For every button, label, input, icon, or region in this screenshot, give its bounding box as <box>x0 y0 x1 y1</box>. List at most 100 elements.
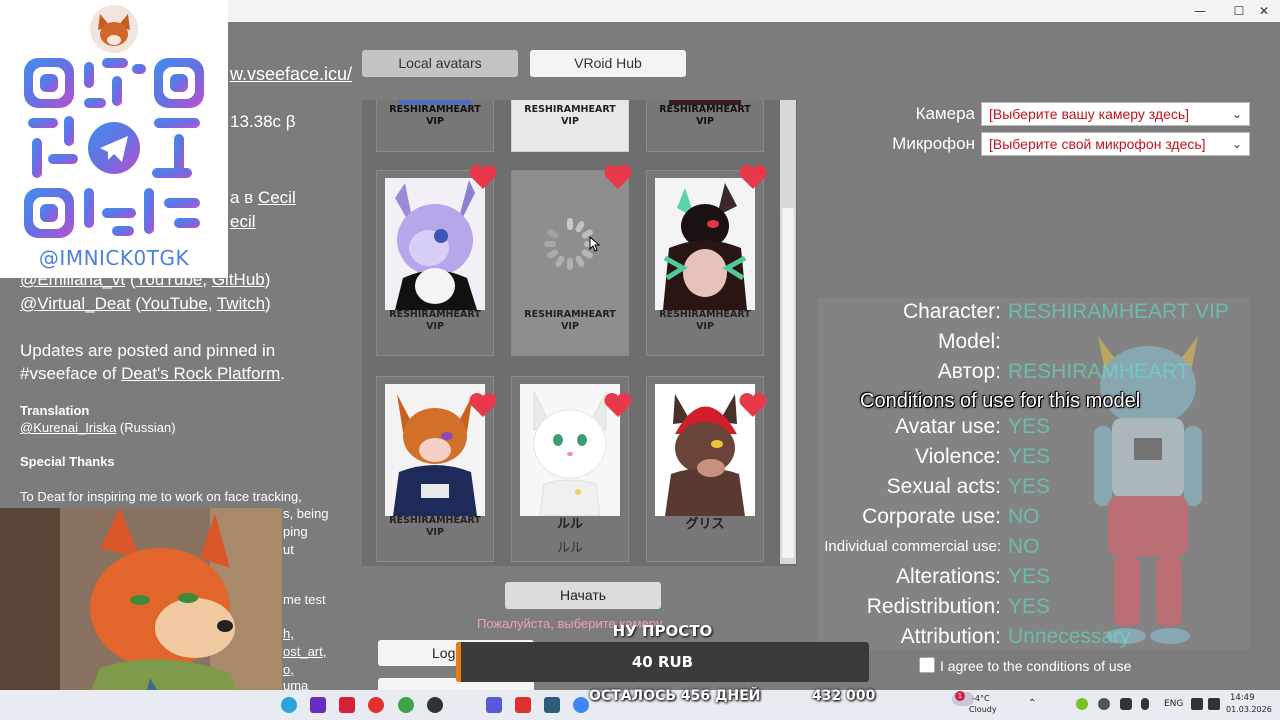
camera-select[interactable]: [Выберите вашу камеру здесь] ⌄ <box>981 102 1250 126</box>
clock-time[interactable]: 14:49 <box>1230 693 1255 703</box>
tray-app-icon[interactable] <box>1098 698 1110 710</box>
cecil-link-2[interactable]: ecil <box>230 212 256 231</box>
thanks-link[interactable]: ost_art, <box>283 644 326 659</box>
thanks-fragment: me test <box>283 592 326 607</box>
telegram-icon[interactable] <box>281 697 297 713</box>
app-icon[interactable] <box>515 697 531 713</box>
favorite-heart-icon[interactable] <box>468 164 498 190</box>
deat-twitch-link[interactable]: Twitch <box>217 294 265 313</box>
donation-title: НУ ПРОСТО <box>612 622 713 640</box>
avatar-name: RESHIRAMHEART VIP <box>389 515 481 538</box>
microphone-select[interactable]: [Выберите свой микрофон здесь] ⌄ <box>981 132 1250 156</box>
start-button[interactable]: Начать <box>505 582 661 609</box>
app-icon[interactable] <box>310 697 326 713</box>
avatar-use-label: Avatar use: <box>895 415 1001 438</box>
avatar-card[interactable]: RESHIRAMHEART VIP <box>511 170 629 356</box>
author-value: RESHIRAMHEART <box>1008 360 1190 383</box>
clock-date[interactable]: 01.03.2026 <box>1226 705 1272 714</box>
yandex-browser-icon[interactable] <box>368 697 384 713</box>
avatar-card[interactable]: RESHIRAMHEART VIP <box>646 100 764 152</box>
tab-local-avatars[interactable]: Local avatars <box>362 50 518 77</box>
weather-temp: -4°C <box>972 694 990 703</box>
avatar-name: RESHIRAMHEART VIP <box>524 309 616 332</box>
avatar-name: RESHIRAMHEART VIP <box>389 309 481 332</box>
redistribution-label: Redistribution: <box>866 595 1001 618</box>
favorite-heart-icon[interactable] <box>603 392 633 418</box>
chrome-icon[interactable] <box>573 697 589 713</box>
camera-label: Камера <box>915 104 975 123</box>
deats-rock-platform-link[interactable]: Deat's Rock Platform <box>121 364 280 383</box>
days-left-text: ОСТАЛОСЬ 456 ДНЕЙ <box>589 688 761 704</box>
deat-link[interactable]: @Virtual_Deat <box>20 294 131 313</box>
thanks-link[interactable]: h, <box>283 626 294 641</box>
tray-expand-icon[interactable]: ⌃ <box>1028 698 1036 709</box>
qr-code-image <box>24 58 204 238</box>
tab-vroid-hub[interactable]: VRoid Hub <box>530 50 686 77</box>
website-link[interactable]: w.vseeface.icu/ <box>230 64 352 84</box>
qr-code-overlay: @IMNICK0TGK <box>0 0 228 278</box>
cecil-link[interactable]: Cecil <box>258 188 296 207</box>
conditions-title: Conditions of use for this model <box>860 390 1141 412</box>
avatar-thumbnail <box>385 178 485 310</box>
obs-icon[interactable] <box>427 697 443 713</box>
avatar-name: ルル <box>556 517 583 532</box>
corporate-use-label: Corporate use: <box>862 505 1001 528</box>
avatar-list: RESHIRAMHEART VIP RESHIRAMHEART VIP RESH… <box>362 100 797 566</box>
scrollbar-thumb[interactable] <box>782 208 794 558</box>
updates-period: . <box>280 364 285 383</box>
close-button[interactable]: ✕ <box>1244 0 1280 22</box>
updates-channel-text: #vseeface of <box>20 364 122 383</box>
version-text: 13.38c β <box>230 112 296 131</box>
microphone-label: Микрофон <box>892 134 975 153</box>
character-label: Character: <box>902 300 1001 323</box>
tray-app-icon[interactable] <box>1120 698 1132 710</box>
credit-text: а в <box>230 188 258 207</box>
agree-label: I agree to the conditions of use <box>940 658 1132 674</box>
alterations-value: YES <box>1008 565 1051 588</box>
deat-youtube-link[interactable]: YouTube <box>141 294 208 313</box>
individual-commercial-label: Individual commercial use: <box>824 538 1001 555</box>
avatar-use-value: YES <box>1008 415 1051 438</box>
avatar-card[interactable]: RESHIRAMHEART VIP <box>376 100 494 152</box>
violence-label: Violence: <box>914 445 1001 468</box>
avatar-card[interactable]: RESHIRAMHEART VIP <box>511 100 629 152</box>
minimize-button[interactable]: — <box>1180 0 1220 22</box>
sexual-acts-label: Sexual acts: <box>886 475 1001 498</box>
translation-heading: Translation <box>20 403 90 418</box>
agree-checkbox[interactable] <box>919 657 935 673</box>
avatar-card[interactable]: RESHIRAMHEART VIP <box>376 170 494 356</box>
volume-icon[interactable] <box>1208 698 1220 710</box>
thanks-fragment: ut <box>283 542 294 557</box>
chevron-down-icon: ⌄ <box>1231 107 1242 121</box>
app-icon[interactable] <box>486 697 502 713</box>
avatar-subtitle: ルル <box>556 541 583 556</box>
avatar-name: RESHIRAMHEART VIP <box>389 104 481 127</box>
wifi-icon[interactable] <box>1191 698 1203 710</box>
author-label: Автор: <box>937 360 1001 383</box>
favorite-heart-icon[interactable] <box>738 164 768 190</box>
avatar-thumbnail <box>655 178 755 310</box>
favorite-heart-icon[interactable] <box>738 392 768 418</box>
thanks-link[interactable]: o, <box>283 662 294 677</box>
microphone-icon[interactable] <box>1141 698 1149 710</box>
thanks-link[interactable]: uma <box>283 678 308 690</box>
translator-link[interactable]: @Kurenai_Iriska <box>20 420 116 435</box>
individual-commercial-value: NO <box>1008 535 1040 558</box>
avatar-card[interactable]: RESHIRAMHEART VIP <box>646 170 764 356</box>
weather-desc: Cloudy <box>969 705 997 714</box>
tray-app-icon[interactable] <box>1076 698 1088 710</box>
language-indicator[interactable]: ENG <box>1164 699 1183 709</box>
vseeface-icon[interactable] <box>544 697 560 713</box>
loading-spinner-icon <box>520 178 620 310</box>
weather-badge: 1 <box>955 691 965 701</box>
app-icon[interactable] <box>398 697 414 713</box>
translator-language: (Russian) <box>116 420 176 435</box>
character-value: RESHIRAMHEART VIP <box>1008 300 1229 323</box>
model-label: Model: <box>937 330 1001 353</box>
favorite-heart-icon[interactable] <box>468 392 498 418</box>
thanks-fragment: s, being <box>283 506 329 521</box>
favorite-heart-icon[interactable] <box>603 164 633 190</box>
wps-icon[interactable] <box>339 697 355 713</box>
attribution-label: Attribution: <box>900 625 1001 648</box>
thanks-fragment: ping <box>283 524 308 539</box>
